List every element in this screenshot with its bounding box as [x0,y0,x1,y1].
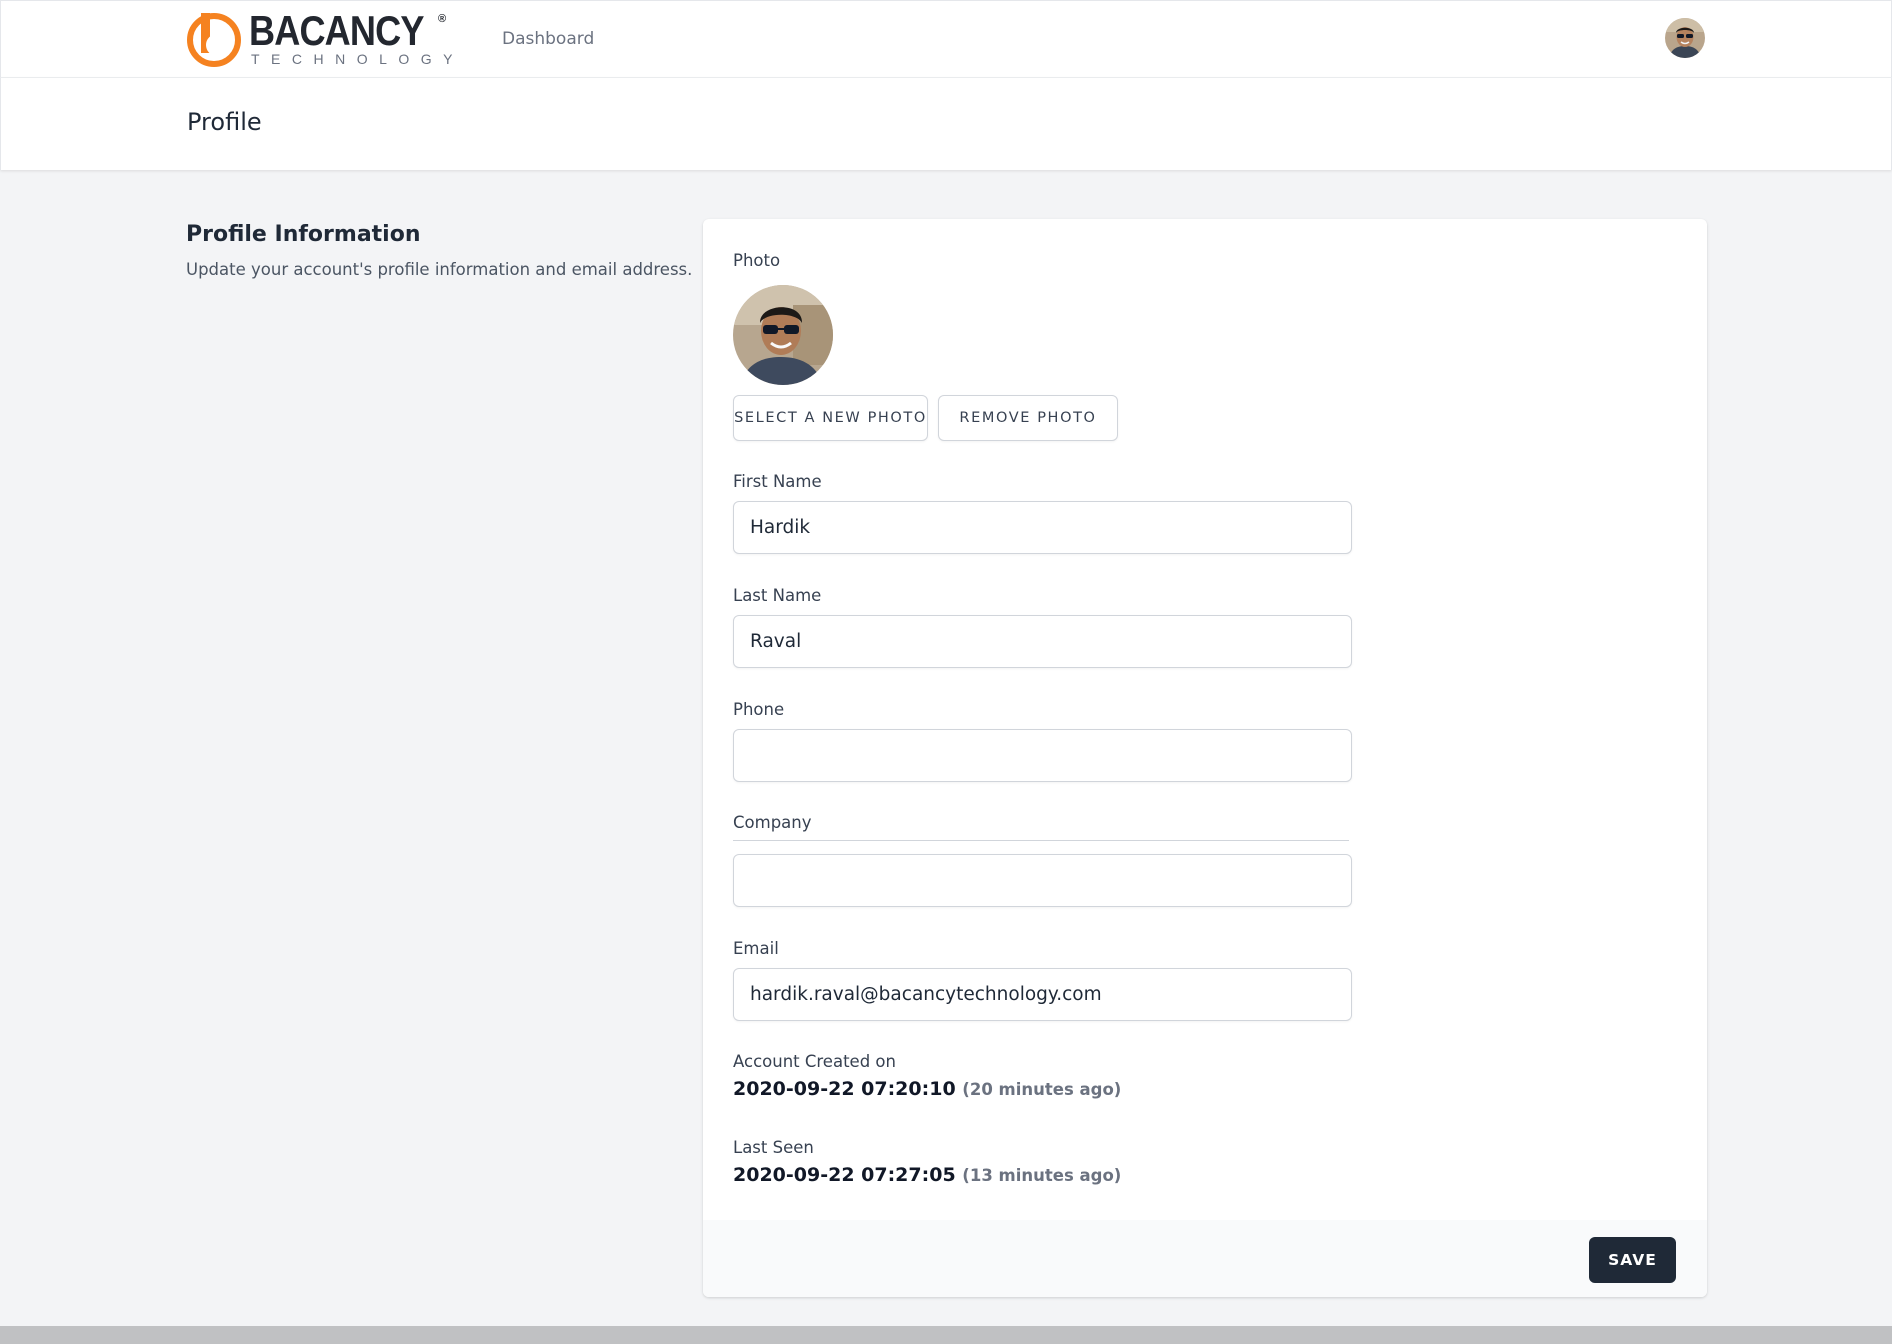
phone-input[interactable] [733,729,1352,782]
profile-photo [733,285,833,385]
email-input[interactable] [733,968,1352,1021]
profile-photo-image [733,285,833,385]
phone-label: Phone [733,700,785,719]
email-label: Email [733,939,779,958]
last-seen-relative: (13 minutes ago) [962,1166,1122,1185]
nav-link-dashboard[interactable]: Dashboard [502,29,594,49]
company-input[interactable] [733,854,1352,907]
account-created-value: 2020-09-22 07:20:10 (20 minutes ago) [733,1078,1121,1100]
account-created-timestamp: 2020-09-22 07:20:10 [733,1078,956,1100]
photo-label: Photo [733,251,781,270]
company-divider [733,840,1349,841]
last-name-input[interactable] [733,615,1352,668]
first-name-label: First Name [733,472,822,491]
user-avatar-icon [1665,18,1705,58]
bacancy-logo-icon [187,13,241,67]
page-header: Profile [0,78,1892,170]
top-navbar: BACANCY ® TECHNOLOGY Dashboard [0,0,1892,78]
user-avatar-menu[interactable] [1665,18,1705,58]
first-name-input[interactable] [733,501,1352,554]
last-seen-value: 2020-09-22 07:27:05 (13 minutes ago) [733,1164,1121,1186]
last-seen-timestamp: 2020-09-22 07:27:05 [733,1164,956,1186]
remove-photo-button[interactable]: REMOVE PHOTO [938,395,1118,441]
form-actions [703,1220,1707,1297]
bacancy-logo[interactable]: BACANCY ® TECHNOLOGY [187,7,453,69]
last-name-label: Last Name [733,586,822,605]
page-title: Profile [187,108,262,136]
save-button[interactable]: SAVE [1589,1237,1676,1283]
select-new-photo-button[interactable]: SELECT A NEW PHOTO [733,395,928,441]
registered-mark: ® [438,13,447,25]
bottom-bar [0,1326,1892,1344]
logo-tagline: TECHNOLOGY [251,51,465,67]
account-created-relative: (20 minutes ago) [962,1080,1122,1099]
profile-form-card: Photo SELECT A NEW PHOTO REMOVE PHOTO Fi… [703,219,1707,1297]
section-description: Update your account's profile informatio… [186,260,693,279]
logo-wordmark: BACANCY [249,7,424,54]
section-title: Profile Information [186,222,421,247]
last-seen-label: Last Seen [733,1138,814,1157]
account-created-label: Account Created on [733,1052,896,1071]
company-label: Company [733,813,812,832]
